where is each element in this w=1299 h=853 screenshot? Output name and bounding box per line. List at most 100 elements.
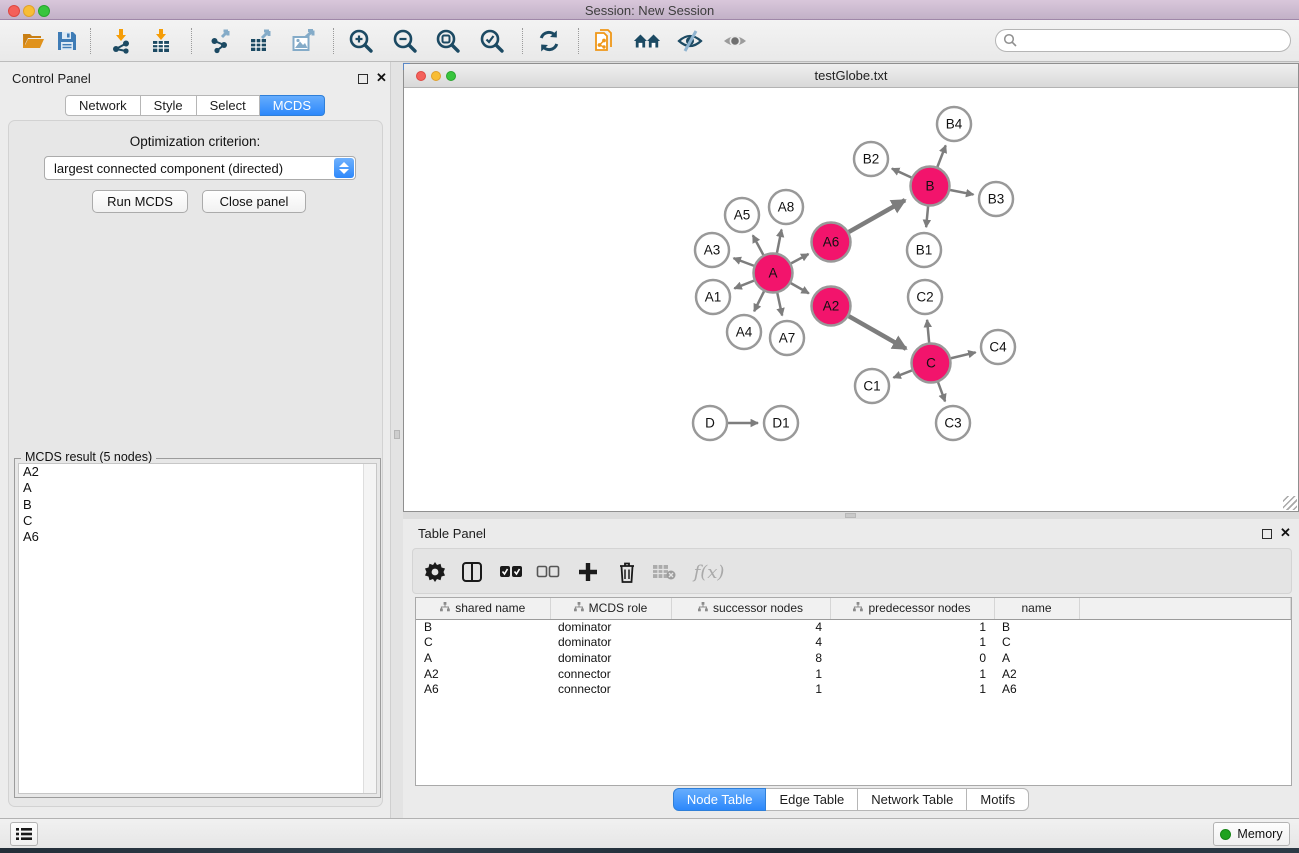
tab-style[interactable]: Style [141, 95, 197, 116]
table-cell[interactable]: B [416, 619, 550, 635]
criterion-dropdown[interactable]: largest connected component (directed) [44, 156, 356, 180]
export-image-icon[interactable] [289, 27, 317, 55]
column-header-successor-nodes[interactable]: successor nodes [671, 598, 830, 619]
result-item[interactable]: A2 [19, 464, 376, 480]
tab-mcds[interactable]: MCDS [260, 95, 325, 116]
table-row[interactable]: A2connector11A2 [416, 666, 1291, 682]
plus-icon[interactable] [574, 558, 602, 586]
close-panel-button[interactable]: Close panel [202, 190, 306, 213]
graph-edge-A2-C[interactable] [849, 316, 906, 349]
scrollbar[interactable] [363, 464, 376, 793]
import-table-icon[interactable] [147, 27, 175, 55]
unchecked-boxes-icon[interactable] [534, 558, 562, 586]
import-network-icon[interactable] [107, 27, 135, 55]
graph-edge-C-C3[interactable] [938, 382, 945, 401]
table-cell[interactable]: 4 [671, 635, 830, 651]
table-cell[interactable]: 1 [671, 666, 830, 682]
eye-icon[interactable] [721, 27, 749, 55]
table-header[interactable]: shared nameMCDS rolesuccessor nodesprede… [416, 598, 1291, 619]
close-panel-icon[interactable]: ✕ [1280, 525, 1291, 541]
table-cell[interactable]: A [416, 650, 550, 666]
table-cell[interactable]: 0 [830, 650, 994, 666]
table-cell[interactable]: dominator [550, 650, 671, 666]
table-row[interactable]: A6connector11A6 [416, 681, 1291, 697]
close-panel-icon[interactable]: ✕ [376, 70, 387, 86]
table-cell[interactable]: A2 [416, 666, 550, 682]
divider-handle[interactable] [394, 430, 400, 439]
zoom-in-icon[interactable] [347, 27, 375, 55]
task-history-button[interactable] [10, 822, 38, 846]
table-cell[interactable]: A [994, 650, 1079, 666]
result-item[interactable]: A6 [19, 529, 376, 545]
table-cell[interactable]: C [994, 635, 1079, 651]
graph-edge-B-B4[interactable] [937, 145, 945, 166]
memory-button[interactable]: Memory [1213, 822, 1290, 846]
table-cell[interactable]: C [416, 635, 550, 651]
table-cell[interactable]: 1 [830, 619, 994, 635]
network-frame-titlebar[interactable]: testGlobe.txt [404, 64, 1298, 88]
tab-edge-table[interactable]: Edge Table [766, 788, 858, 811]
network-graph[interactable]: B4B2BB3A5A8A6A3B1AA1C2A2A4A7C4CC1C3DD1 [404, 88, 1298, 511]
table-row[interactable]: Bdominator41B [416, 619, 1291, 635]
result-item[interactable]: C [19, 513, 376, 529]
table-cell[interactable]: 1 [830, 666, 994, 682]
horizontal-split-divider[interactable] [403, 512, 1299, 519]
search-field[interactable] [995, 29, 1291, 52]
table-cell[interactable]: 1 [830, 681, 994, 697]
export-network-icon[interactable] [207, 27, 235, 55]
table-cell[interactable]: 8 [671, 650, 830, 666]
divider-handle[interactable] [845, 513, 856, 518]
graph-edge-A-A2[interactable] [791, 283, 809, 293]
columns-icon[interactable] [458, 558, 486, 586]
zoom-out-icon[interactable] [391, 27, 419, 55]
table-cell[interactable]: connector [550, 666, 671, 682]
tab-network[interactable]: Network [65, 95, 141, 116]
graph-edge-C-C2[interactable] [927, 320, 929, 343]
column-header-shared-name[interactable]: shared name [416, 598, 550, 619]
mcds-result-list[interactable]: A2ABCA6 [18, 463, 377, 794]
resize-grip-icon[interactable] [1283, 496, 1297, 510]
table-row[interactable]: Cdominator41C [416, 635, 1291, 651]
tab-node-table[interactable]: Node Table [673, 788, 767, 811]
trash-icon[interactable] [613, 558, 641, 586]
graph-edge-B-B2[interactable] [892, 169, 911, 178]
column-header-name[interactable]: name [994, 598, 1079, 619]
graph-edge-A6-B[interactable] [849, 200, 905, 232]
graph-edge-C-C1[interactable] [893, 370, 911, 377]
graph-edge-B-B3[interactable] [950, 190, 973, 195]
refresh-icon[interactable] [535, 27, 563, 55]
export-table-icon[interactable] [246, 27, 274, 55]
result-item[interactable]: A [19, 480, 376, 496]
run-mcds-button[interactable]: Run MCDS [92, 190, 188, 213]
duplicate-network-icon[interactable] [590, 27, 618, 55]
eye-slash-icon[interactable] [676, 27, 704, 55]
graph-edge-A-A1[interactable] [734, 281, 754, 289]
zoom-fit-icon[interactable] [434, 27, 462, 55]
table-row[interactable]: Adominator80A [416, 650, 1291, 666]
panel-split-divider[interactable] [390, 62, 403, 818]
table-cell[interactable]: A6 [416, 681, 550, 697]
table-cell[interactable]: B [994, 619, 1079, 635]
table-cell[interactable]: dominator [550, 635, 671, 651]
table-cell[interactable]: 1 [830, 635, 994, 651]
float-panel-icon[interactable] [1262, 529, 1272, 539]
graph-edge-A-A8[interactable] [777, 230, 782, 253]
table-cell[interactable]: dominator [550, 619, 671, 635]
table-cell[interactable]: connector [550, 681, 671, 697]
result-item[interactable]: B [19, 497, 376, 513]
tab-motifs[interactable]: Motifs [967, 788, 1029, 811]
graph-edge-A-A4[interactable] [754, 291, 764, 311]
table-cell[interactable]: 1 [671, 681, 830, 697]
search-input[interactable] [1018, 32, 1290, 50]
table-cell[interactable]: A2 [994, 666, 1079, 682]
float-panel-icon[interactable] [358, 74, 368, 84]
open-folder-icon[interactable] [19, 27, 47, 55]
column-header-predecessor-nodes[interactable]: predecessor nodes [830, 598, 994, 619]
graph-edge-A-A5[interactable] [753, 235, 763, 255]
save-icon[interactable] [53, 27, 81, 55]
graph-edge-A-A6[interactable] [791, 254, 808, 263]
table-cell[interactable]: A6 [994, 681, 1079, 697]
network-canvas[interactable]: B4B2BB3A5A8A6A3B1AA1C2A2A4A7C4CC1C3DD1 [404, 88, 1298, 511]
column-header-MCDS-role[interactable]: MCDS role [550, 598, 671, 619]
checked-boxes-icon[interactable] [497, 558, 525, 586]
